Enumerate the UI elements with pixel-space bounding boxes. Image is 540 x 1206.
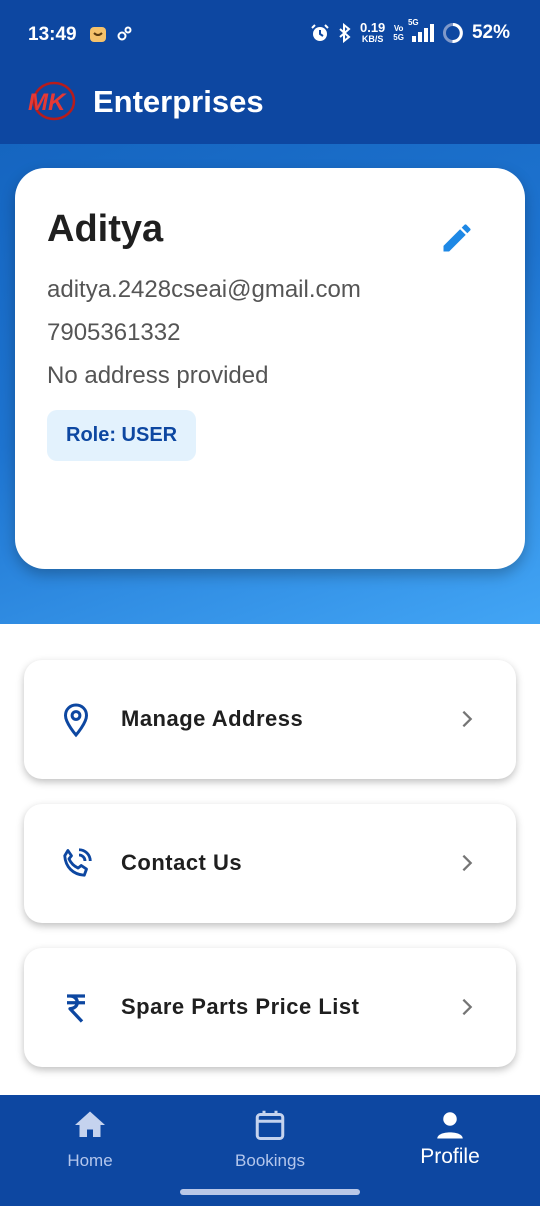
- nav-item-home[interactable]: Home: [0, 1095, 180, 1195]
- status-time: 13:49: [28, 24, 77, 45]
- svg-text:MK: MK: [28, 89, 67, 116]
- battery-icon: [442, 23, 463, 44]
- profile-card: Aditya aditya.2428cseai@gmail.com 790536…: [15, 168, 525, 569]
- bluetooth-icon: [339, 23, 351, 43]
- user-phone: 7905361332: [47, 319, 181, 346]
- network-speed: 0.19 KB/S: [359, 20, 386, 44]
- signal-icon: 5G: [408, 18, 434, 42]
- phone-call-icon: [63, 848, 92, 877]
- nav-item-profile[interactable]: Profile: [360, 1095, 540, 1195]
- chevron-right-icon: [462, 854, 473, 872]
- status-notification-icons: [88, 24, 132, 44]
- company-logo: MK: [28, 81, 76, 121]
- nav-label-home: Home: [67, 1151, 113, 1170]
- calendar-icon: [255, 1110, 285, 1140]
- rupee-icon: [67, 994, 85, 1023]
- app-bar: MK Enterprises: [0, 70, 540, 144]
- home-gesture-bar[interactable]: [180, 1189, 360, 1195]
- user-address: No address provided: [47, 362, 269, 389]
- person-icon: [437, 1112, 463, 1139]
- notification-app-icon: [90, 27, 106, 42]
- nav-label-profile: Profile: [420, 1145, 480, 1168]
- edit-profile-icon[interactable]: [439, 220, 475, 256]
- chevron-right-icon: [462, 710, 473, 728]
- home-icon: [75, 1111, 105, 1137]
- spare-parts-price-list-card[interactable]: Spare Parts Price List: [24, 948, 516, 1067]
- user-name: Aditya: [47, 208, 164, 250]
- user-email: aditya.2428cseai@gmail.com: [47, 276, 361, 303]
- app-title: Enterprises: [93, 84, 264, 119]
- manage-address-card[interactable]: Manage Address: [24, 660, 516, 779]
- status-system-icons: 0.19 KB/S Vo 5G 5G 52%: [310, 18, 510, 44]
- nav-label-bookings: Bookings: [235, 1151, 305, 1170]
- alarm-icon: [311, 24, 329, 41]
- status-bar: 13:49 0.19 KB/S Vo 5G 5G 52%: [0, 0, 540, 70]
- contact-us-label: Contact Us: [121, 850, 243, 875]
- manage-address-label: Manage Address: [121, 706, 304, 731]
- role-badge: Role: USER: [47, 410, 197, 461]
- location-pin-icon: [63, 703, 89, 738]
- battery-percent: 52%: [471, 22, 510, 43]
- contact-us-card[interactable]: Contact Us: [24, 804, 516, 923]
- nav-item-bookings[interactable]: Bookings: [180, 1095, 360, 1195]
- spare-parts-price-list-label: Spare Parts Price List: [121, 994, 360, 1019]
- chevron-right-icon: [462, 998, 473, 1016]
- volte-indicator: Vo 5G: [393, 24, 404, 42]
- settings-gear-icon: [117, 26, 132, 41]
